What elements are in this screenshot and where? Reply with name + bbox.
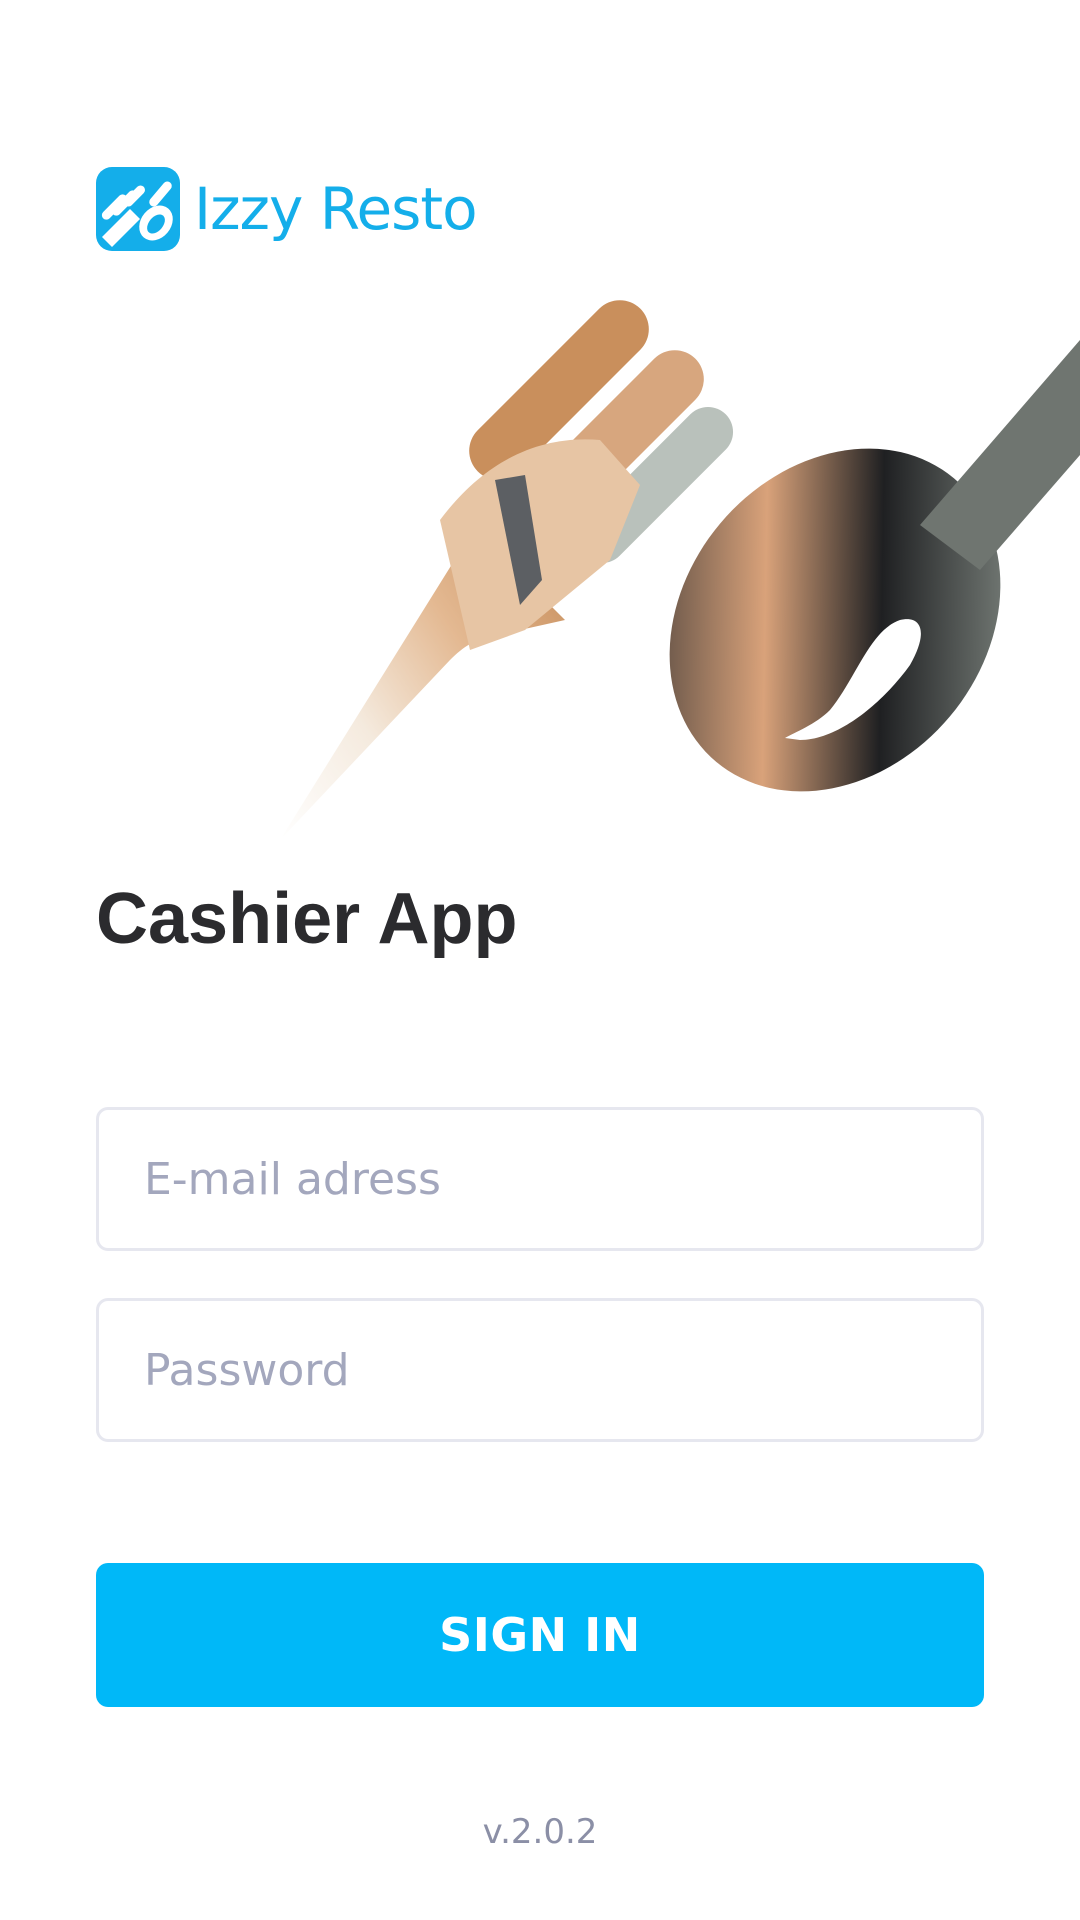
email-field[interactable] xyxy=(96,1107,984,1251)
brand-name: Izzy Resto xyxy=(194,175,478,243)
fork-spoon-icon xyxy=(96,167,180,251)
brand-logo: Izzy Resto xyxy=(96,166,478,252)
app-version: v.2.0.2 xyxy=(482,1812,598,1852)
password-field[interactable] xyxy=(96,1298,984,1442)
fork-spoon-illustration xyxy=(280,300,1080,840)
sign-in-button[interactable]: SIGN IN xyxy=(96,1563,984,1707)
page-title: Cashier App xyxy=(96,879,518,959)
